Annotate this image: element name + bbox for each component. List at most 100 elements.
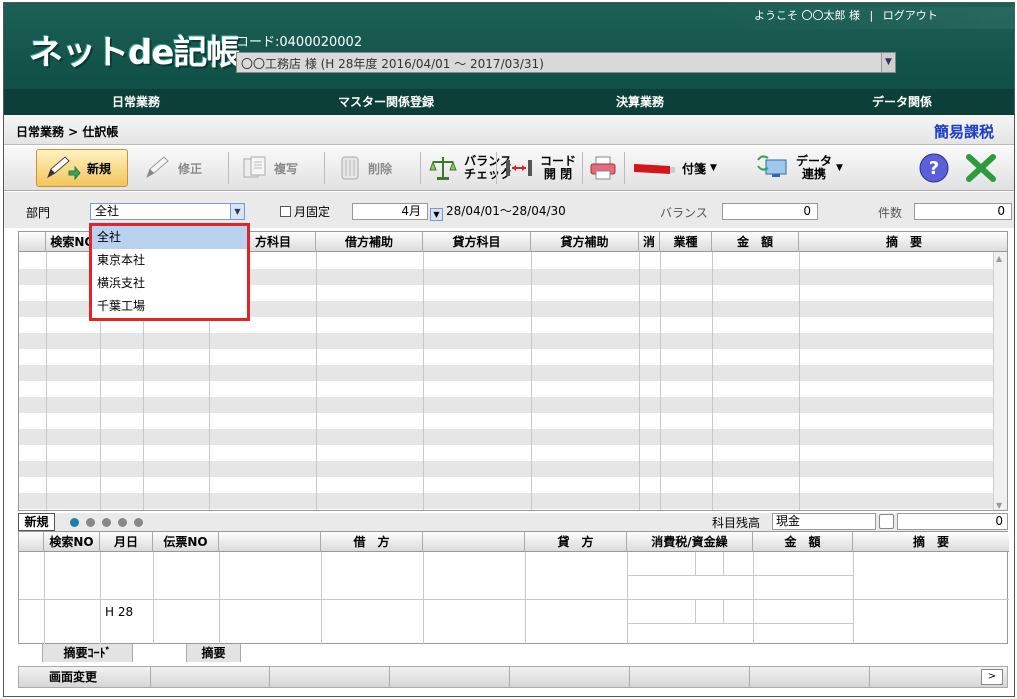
department-option-tokyo[interactable]: 東京本社 [92,249,247,272]
copy-button[interactable]: 複写 [242,149,298,187]
table-row[interactable] [19,429,994,445]
tag-button-label: 付箋 [682,161,707,176]
grid-col-credit-account[interactable]: 貸方科目 [423,232,531,252]
department-option-chiba[interactable]: 千葉工場 [92,295,247,318]
computer-sync-icon [757,155,787,177]
account-balance-select[interactable]: 現金 [772,513,876,530]
entry-new-button[interactable]: 新規 [18,513,55,531]
screen-change-button[interactable]: 画面変更 [19,667,151,687]
delete-button[interactable]: 削除 [338,149,392,187]
description-label: 摘要 [187,644,241,662]
greeting-separator: | [869,9,874,22]
month-fix-label: 月固定 [294,205,331,219]
table-row[interactable] [19,333,994,349]
entry-col-blank [19,532,44,552]
breadcrumb: 日常業務 > 仕訳帳 [16,125,119,139]
date-range-text: 28/04/01～28/04/30 [446,204,566,218]
date-range: ▼ 28/04/01～28/04/30 [430,203,566,221]
pencil-icon [146,156,169,179]
account-balance-toggle[interactable] [879,514,894,529]
help-button[interactable]: ? [918,149,950,187]
description-code-input[interactable] [133,644,187,662]
department-option-all[interactable]: 全社 [92,226,247,249]
table-row[interactable] [19,493,994,509]
company-select[interactable]: 〇〇工務店 様 (H 28年度 2016/04/01 ～ 2017/03/31)… [236,52,896,73]
tag-button[interactable]: 付箋 ▼ [632,149,717,187]
new-button[interactable]: 新規 [36,149,128,187]
nav-data[interactable]: データ関係 [872,89,932,115]
chevron-down-icon[interactable]: ▼ [881,53,895,72]
page-dot-2[interactable] [86,518,95,527]
app-window: ネットde記帳 コード:0400020002 〇〇工務店 様 (H 28年度 2… [3,2,1015,697]
close-button[interactable] [964,149,998,187]
department-label: 部門 [26,206,51,220]
table-row[interactable] [19,365,994,381]
grid-col-credit-sub[interactable]: 貸方補助 [531,232,639,252]
page-dot-4[interactable] [118,518,127,527]
table-row[interactable] [19,445,994,461]
scroll-up-icon[interactable]: ▲ [996,254,1002,263]
logo-text: ネットde記帳 [29,33,240,73]
table-row[interactable] [19,477,994,493]
data-link-label-2: 連携 [802,167,827,181]
nav-daily-work[interactable]: 日常業務 [112,89,160,115]
client-code: コード:0400020002 [236,35,363,50]
status-next-button[interactable]: > [981,669,1003,685]
balance-check-button[interactable]: バランス チェック [428,149,512,187]
greeting-text: ようこそ 〇〇太郎 様 [754,9,860,22]
entry-col-date: 月日 [100,532,153,552]
new-button-label: 新規 [87,161,112,176]
chevron-down-icon[interactable]: ▼ [230,204,244,219]
checkbox-icon[interactable] [280,206,291,217]
table-row[interactable] [19,413,994,429]
page-dot-5[interactable] [134,518,143,527]
data-link-button[interactable]: データ 連携 ▼ [756,149,843,187]
entry-col-description: 摘 要 [912,535,949,549]
help-icon: ? [919,153,949,183]
delete-button-label: 削除 [368,161,393,176]
month-input[interactable]: 4月 [352,203,428,220]
entry-grid[interactable]: 検索NO 月日 伝票NO 借 方 貸 方 消費税/資金繰 金 額 摘 要 H 2 [18,531,1009,645]
description-input[interactable] [241,644,1008,662]
grid-scrollbar[interactable]: ▲ ▼ [993,252,1007,510]
entry-col-credit: 貸 方 [525,532,627,552]
svg-text:?: ? [929,158,939,179]
grid-col-debit-sub[interactable]: 借方補助 [316,232,423,252]
nav-closing[interactable]: 決算業務 [616,89,664,115]
grid-col-amount[interactable]: 金 額 [712,232,799,252]
month-fix-checkbox[interactable]: 月固定 [280,203,330,220]
close-icon [966,154,996,182]
entry-col-slip-no: 伝票NO [153,532,219,552]
scroll-down-icon[interactable]: ▼ [996,501,1002,510]
table-row[interactable] [19,381,994,397]
chevron-down-icon[interactable]: ▼ [430,208,443,221]
logout-link[interactable]: ログアウト [883,9,938,22]
department-dropdown-list[interactable]: 全社 東京本社 横浜支社 千葉工場 [89,223,250,321]
edit-button[interactable]: 修正 [144,149,202,187]
count-value: 0 [914,203,1012,220]
chevron-down-icon[interactable]: ▼ [836,163,843,173]
department-option-yokohama[interactable]: 横浜支社 [92,272,247,295]
grid-col-description[interactable]: 摘 要 [799,232,1007,252]
page-dot-1[interactable] [70,518,79,527]
chevron-down-icon[interactable]: ▼ [710,163,717,173]
print-button[interactable] [588,149,618,187]
tax-mode-label: 簡易課税 [933,123,994,141]
entry-col-tax-cash: 消費税/資金繰 [627,532,753,552]
page-dot-3[interactable] [102,518,111,527]
code-toggle-button[interactable]: コード開 閉 [504,149,576,187]
breadcrumb-bar: 日常業務 > 仕訳帳 簡易課税 [4,115,1014,145]
pencil-icon [47,156,81,181]
grid-col-industry[interactable]: 業種 [660,232,712,252]
nav-master-registration[interactable]: マスター関係登録 [338,89,434,115]
app-header: ネットde記帳 コード:0400020002 〇〇工務店 様 (H 28年度 2… [4,3,1014,89]
table-row[interactable] [19,397,994,413]
table-row[interactable] [19,349,994,365]
code-expand-icon [506,160,532,176]
description-row: 摘要ｺｰﾄﾞ 摘要 [18,644,1008,662]
code-toggle-label-2: 開 閉 [543,167,573,181]
table-row[interactable] [19,461,994,477]
description-code-label: 摘要ｺｰﾄﾞ [43,644,133,662]
grid-col-tax[interactable]: 消 [639,232,660,252]
department-select[interactable]: 全社 ▼ [90,203,245,220]
